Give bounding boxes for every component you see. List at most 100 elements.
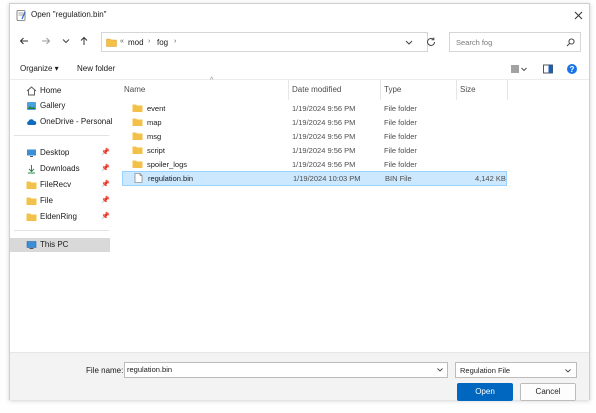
search-input[interactable]: Search fog — [449, 32, 581, 52]
filename-label: File name: — [86, 366, 124, 375]
filename-input[interactable] — [125, 363, 429, 376]
file-type: BIN File — [385, 174, 412, 183]
title-bar: Open "regulation.bin" — [10, 4, 589, 26]
search-placeholder: Search fog — [456, 38, 493, 47]
download-icon — [28, 165, 35, 174]
folder-icon — [26, 197, 37, 205]
file-date: 1/19/2024 9:56 PM — [292, 132, 356, 141]
organize-button[interactable]: Organize ▾ — [20, 64, 59, 73]
file-name: spoiler_logs — [147, 160, 188, 169]
folder-icon — [132, 132, 143, 140]
sidebar-item-label: This PC — [40, 240, 69, 249]
sidebar-item-label: Gallery — [40, 101, 66, 110]
file-date: 1/19/2024 9:56 PM — [292, 146, 356, 155]
column-divider[interactable] — [288, 80, 289, 100]
arrow-left-icon — [19, 37, 28, 45]
filename-field[interactable] — [124, 362, 448, 378]
pin-icon[interactable]: 📌 — [101, 148, 110, 156]
file-type: File folder — [384, 146, 417, 155]
list-item[interactable]: event 1/19/2024 9:56 PM File folder — [122, 102, 507, 116]
folder-icon — [132, 146, 143, 154]
breadcrumb-separator: › — [174, 38, 177, 45]
column-header-name[interactable]: Name — [124, 85, 145, 94]
help-icon[interactable]: ? — [566, 63, 578, 75]
file-type: File folder — [384, 132, 417, 141]
chevron-down-icon[interactable] — [404, 38, 414, 47]
recent-locations-button[interactable] — [60, 35, 72, 47]
sidebar-item-home[interactable]: Home — [10, 84, 110, 98]
close-button[interactable] — [567, 4, 589, 26]
sort-indicator-icon: ^ — [210, 77, 214, 84]
column-divider[interactable] — [507, 80, 508, 100]
open-button[interactable]: Open — [457, 383, 513, 401]
refresh-icon[interactable] — [425, 36, 437, 48]
sidebar-item-label: FileRecv — [40, 180, 72, 189]
file-type: File folder — [384, 160, 417, 169]
sidebar-item-downloads[interactable]: Downloads 📌 — [10, 162, 110, 176]
footer-panel: File name: Regulation File Open Cancel — [10, 352, 589, 401]
svg-text:?: ? — [570, 65, 575, 74]
preview-pane-icon[interactable] — [542, 63, 554, 75]
sidebar-item-label: EldenRing — [40, 212, 77, 221]
breadcrumb-mod[interactable]: mod — [128, 38, 144, 47]
folder-icon — [132, 118, 143, 126]
chevron-down-icon — [62, 39, 70, 44]
column-header-type[interactable]: Type — [384, 85, 401, 94]
sidebar-item-label: Desktop — [40, 148, 70, 157]
sidebar-item-eldenring[interactable]: EldenRing 📌 — [10, 210, 110, 224]
close-icon — [574, 11, 582, 19]
file-type: File folder — [384, 104, 417, 113]
column-divider[interactable] — [456, 80, 457, 100]
chevron-down-icon[interactable] — [520, 63, 528, 75]
command-bar: Organize ▾ New folder ? — [10, 59, 589, 80]
new-folder-button[interactable]: New folder — [77, 64, 115, 73]
onedrive-icon — [27, 119, 37, 125]
sidebar-item-onedrive[interactable]: OneDrive - Personal — [10, 115, 113, 129]
column-header-date[interactable]: Date modified — [292, 85, 341, 94]
gallery-icon — [27, 102, 36, 110]
list-item-selected[interactable]: regulation.bin 1/19/2024 10:03 PM BIN Fi… — [122, 171, 507, 186]
list-item[interactable]: script 1/19/2024 9:56 PM File folder — [122, 144, 507, 158]
file-icon — [134, 173, 143, 183]
breadcrumb-fog[interactable]: fog — [157, 38, 168, 47]
pin-icon[interactable]: 📌 — [101, 212, 110, 220]
sidebar-item-gallery[interactable]: Gallery — [10, 99, 110, 113]
file-type: File folder — [384, 118, 417, 127]
filetype-select[interactable]: Regulation File — [455, 362, 577, 378]
pin-icon[interactable]: 📌 — [101, 196, 110, 204]
pin-icon[interactable]: 📌 — [101, 180, 110, 188]
list-item[interactable]: spoiler_logs 1/19/2024 9:56 PM File fold… — [122, 158, 507, 172]
chevron-down-icon[interactable] — [436, 366, 444, 374]
list-item[interactable]: msg 1/19/2024 9:56 PM File folder — [122, 130, 507, 144]
address-bar[interactable]: « mod › fog › — [101, 32, 428, 52]
file-date: 1/19/2024 9:56 PM — [292, 104, 356, 113]
sidebar-item-label: File — [40, 196, 53, 205]
sidebar-item-desktop[interactable]: Desktop 📌 — [10, 146, 110, 160]
back-button[interactable] — [18, 35, 30, 47]
filetype-value: Regulation File — [460, 366, 511, 375]
list-item[interactable]: map 1/19/2024 9:56 PM File folder — [122, 116, 507, 130]
pin-icon[interactable]: 📌 — [101, 164, 110, 172]
forward-button[interactable] — [40, 35, 52, 47]
folder-icon — [132, 104, 143, 112]
file-date: 1/19/2024 10:03 PM — [293, 174, 361, 183]
folder-icon — [26, 181, 37, 189]
file-date: 1/19/2024 9:56 PM — [292, 160, 356, 169]
sidebar-item-label: OneDrive - Personal — [40, 117, 113, 126]
sidebar-item-this-pc[interactable]: This PC — [10, 238, 110, 252]
folder-icon — [132, 160, 143, 168]
column-header-size[interactable]: Size — [460, 85, 476, 94]
sidebar-item-file[interactable]: File 📌 — [10, 194, 110, 208]
file-name: script — [147, 146, 165, 155]
column-divider[interactable] — [380, 80, 381, 100]
cancel-button[interactable]: Cancel — [520, 383, 576, 401]
arrow-up-icon — [80, 36, 88, 45]
navigation-pane: Home Gallery OneDrive - Personal Desktop… — [10, 80, 120, 280]
up-button[interactable] — [78, 35, 90, 47]
column-header-row: ^ Name Date modified Type Size — [122, 77, 589, 100]
folder-icon — [106, 38, 117, 47]
sidebar-item-filerecv[interactable]: FileRecv 📌 — [10, 178, 110, 192]
file-name: msg — [147, 132, 162, 141]
search-icon — [566, 38, 575, 47]
overflow-chevron[interactable]: « — [120, 38, 124, 45]
